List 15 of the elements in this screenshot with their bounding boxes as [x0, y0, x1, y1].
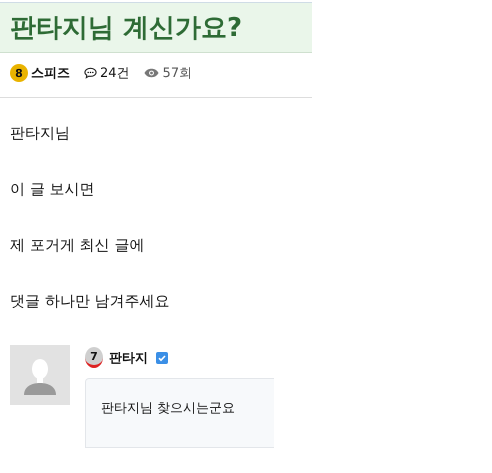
speech-bubble-icon	[84, 67, 97, 79]
body-text: 댓글 하나만 남겨주세요	[10, 291, 171, 312]
author-name[interactable]: 스피즈	[31, 64, 70, 82]
commenter-name[interactable]: 판타지	[109, 348, 148, 366]
eye-icon	[144, 68, 159, 78]
comment-count: 24건	[100, 65, 130, 82]
body-text: 제 포거게 최신 글에	[10, 235, 146, 256]
post-title: 판타지님 계신가요?	[10, 12, 244, 45]
view-count: 57회	[162, 65, 192, 82]
avatar-icon	[10, 345, 70, 405]
level-badge: 8	[10, 64, 28, 82]
body-text: 판타지님	[10, 123, 71, 144]
comment-text: 판타지님 찾으시는군요	[101, 401, 236, 416]
body-text: 이 글 보시면	[10, 179, 96, 200]
level-badge: 7	[85, 347, 103, 368]
